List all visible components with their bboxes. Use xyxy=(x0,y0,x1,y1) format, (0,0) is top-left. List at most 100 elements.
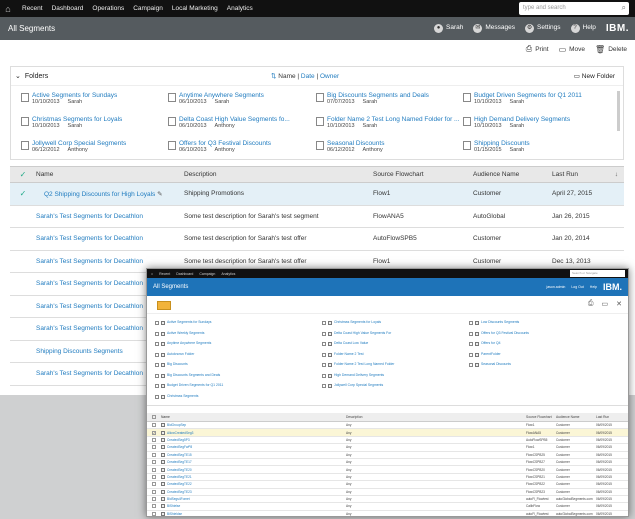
inset-folder-checkbox[interactable] xyxy=(155,384,159,388)
nav-recent[interactable]: Recent xyxy=(22,5,43,12)
folder-name[interactable]: Folder Name 2 Test Long Named Folder for… xyxy=(327,116,459,123)
row-name[interactable]: Sarah's Test Segments for Decathlon xyxy=(36,213,184,220)
row-name[interactable]: Q2 Shipping Discounts for High Loyals ✎ xyxy=(36,190,184,198)
inset-row-check[interactable] xyxy=(147,467,161,472)
inset-folder-name[interactable]: Anytime Anywhere Segments xyxy=(167,341,211,346)
inset-move-icon[interactable]: ▭ xyxy=(602,300,609,308)
inset-folder-name[interactable]: Delta Coast Low Value xyxy=(334,341,368,346)
search-icon[interactable]: ⌕ xyxy=(622,3,626,13)
inset-folder-name[interactable]: Jollywell Corp Special Segments xyxy=(334,383,383,388)
inset-folder-checkbox[interactable] xyxy=(155,321,159,325)
inset-row-checkbox[interactable]: ✓ xyxy=(152,430,156,435)
folder-name[interactable]: Active Segments for Sundays xyxy=(32,92,117,99)
inset-folder-name[interactable]: Folder Name 2 Test xyxy=(334,352,364,357)
help-button[interactable]: ? Help xyxy=(570,24,596,33)
inset-table-row[interactable]: ✓ AllowCreatedSeg3 Any FlowANA5 Customer 06/0… xyxy=(147,429,628,437)
inset-folder-item[interactable]: Delta Coast Low Value xyxy=(322,341,368,346)
move-button[interactable]: ▭ Move xyxy=(559,45,585,54)
nav-analytics[interactable]: Analytics xyxy=(227,5,253,12)
inset-table-row[interactable]: BidSegs4Fomet Any autoFl_Flowtest autoGloba… xyxy=(147,496,628,504)
inset-folder-checkbox[interactable] xyxy=(322,363,326,367)
inset-folder-checkbox[interactable] xyxy=(322,342,326,346)
inset-folder-checkbox[interactable] xyxy=(469,363,473,367)
inset-row-name[interactable]: CreatedSegTE21 xyxy=(161,474,346,479)
folder-name[interactable]: Delta Coast High Value Segments fo... xyxy=(179,116,290,123)
collapse-icon[interactable]: ⌄ xyxy=(15,72,21,80)
inset-row-name[interactable]: CreatedSegTE22 xyxy=(161,482,346,487)
inset-folder-name[interactable]: Big Discounts xyxy=(167,362,188,367)
inset-folder-name[interactable]: High Demand Delivery Segments xyxy=(334,373,384,378)
inset-folder-item[interactable]: Low Discounts Segments xyxy=(469,320,519,325)
inset-home-icon[interactable]: ⌂ xyxy=(151,272,153,276)
inset-row-name[interactable]: BidGroupSep xyxy=(161,423,346,428)
inset-folder-checkbox[interactable] xyxy=(469,321,473,325)
inset-table-row[interactable]: CreatedSegTE20 Any FlowCSPB20 Customer 06/09… xyxy=(147,466,628,474)
inset-row-name[interactable]: CreatedSeg5P3 xyxy=(161,437,346,442)
inset-folder-checkbox[interactable] xyxy=(322,384,326,388)
inset-col-description[interactable]: Description xyxy=(346,415,526,419)
home-icon[interactable]: ⌂ xyxy=(0,0,16,17)
folder-name[interactable]: Seasonal Discounts xyxy=(327,140,391,147)
inset-folder-item[interactable]: Offers for Q3 Festival Discounts xyxy=(469,331,529,336)
inset-row-check[interactable] xyxy=(147,437,161,442)
settings-button[interactable]: ⚙ Settings xyxy=(525,24,561,33)
inset-folder-name[interactable]: Seasonal Discounts xyxy=(481,362,511,367)
folder-name[interactable]: High Demand Delivery Segments xyxy=(474,116,570,123)
inset-folder-name[interactable]: Christmas Segments xyxy=(167,394,198,399)
inset-row-name[interactable]: CreatedSegFwP8 xyxy=(161,445,346,450)
inset-table-row[interactable]: BidGroupSep Any Flow1 Customer 06/09/2015 xyxy=(147,422,628,430)
inset-row-checkbox[interactable] xyxy=(152,504,156,509)
inset-folder-name[interactable]: Offers for Q3 Festival Discounts xyxy=(481,331,529,336)
inset-folder-checkbox[interactable] xyxy=(322,352,326,357)
col-audience[interactable]: Audience Name xyxy=(473,171,552,178)
inset-print-icon[interactable]: ⎙ xyxy=(588,300,594,308)
inset-row-checkbox[interactable] xyxy=(152,489,156,494)
inset-folder-checkbox[interactable] xyxy=(469,342,473,346)
inset-table-row[interactable]: CreatedSegFwP8 Any Flow1 Customer 06/09/2015 xyxy=(147,444,628,452)
new-folder-button[interactable]: ▭ New Folder xyxy=(574,72,615,80)
inset-row-name[interactable]: CreatedSegTE17 xyxy=(161,460,346,465)
folder-item[interactable]: Folder Name 2 Test Long Named Folder for… xyxy=(316,116,459,129)
inset-col-audience[interactable]: Audience Name xyxy=(556,415,596,419)
inset-folder-icon[interactable] xyxy=(157,301,171,310)
inset-help[interactable]: Help xyxy=(590,285,597,289)
inset-folder-name[interactable]: Active Weekly Segments xyxy=(167,331,204,336)
table-row[interactable]: Sarah's Test Segments for Decathlon Some … xyxy=(10,206,624,228)
inset-row-name[interactable]: BiShieldse xyxy=(161,511,346,516)
inset-col-last-run[interactable]: Last Run xyxy=(596,415,626,419)
inset-folder-item[interactable]: Seasonal Discounts xyxy=(469,362,511,367)
inset-row-check[interactable] xyxy=(147,482,161,487)
inset-table-row[interactable]: CreatedSegTE15 Any FlowCSPB25 Customer 06/09… xyxy=(147,452,628,459)
folder-item[interactable]: Christmas Segments for Loyals 10/10/2013 S… xyxy=(21,116,122,129)
inset-table-row[interactable]: CreatedSegTE17 Any FlowCSPB27 Customer 06/09… xyxy=(147,459,628,467)
inset-row-check[interactable] xyxy=(147,504,161,509)
col-source-flowchart[interactable]: Source Flowchart xyxy=(373,171,473,178)
table-row[interactable]: Sarah's Test Segments for Decathlon Some … xyxy=(10,228,624,251)
inset-delete-icon[interactable]: ✕ xyxy=(616,300,622,308)
inset-folder-name[interactable]: Folder Name 2 Test Long Named Folder xyxy=(334,362,394,367)
inset-row-check[interactable] xyxy=(147,445,161,450)
folder-item[interactable]: High Demand Delivery Segments 10/10/2013 S… xyxy=(463,116,570,129)
sort-desc-icon[interactable]: ↓ xyxy=(615,171,618,178)
inset-folder-checkbox[interactable] xyxy=(155,342,159,346)
folder-name[interactable]: Christmas Segments for Loyals xyxy=(32,116,122,123)
inset-table-row[interactable]: BiShielse Any CalibFlow Customer 06/09/2015 xyxy=(147,503,628,511)
inset-folder-name[interactable]: Low Discounts Segments xyxy=(481,320,519,325)
inset-folder-checkbox[interactable] xyxy=(469,352,473,357)
table-row[interactable]: ✓ Q2 Shipping Discounts for High Loyals ✎… xyxy=(10,183,624,206)
inset-table-row[interactable]: BiShieldse Any autoFl_Flowtest autoGlobalSe… xyxy=(147,511,628,516)
folder-name[interactable]: Shipping Discounts xyxy=(474,140,532,147)
sort-name[interactable]: Name xyxy=(278,73,295,80)
inset-folder-name[interactable]: ParentFolder xyxy=(481,352,501,357)
inset-row-name[interactable]: AllowCreatedSeg3 xyxy=(161,430,346,435)
nav-operations[interactable]: Operations xyxy=(92,5,124,12)
inset-folder-item[interactable]: Big Discounts Segments and Deals xyxy=(155,373,220,378)
inset-row-checkbox[interactable] xyxy=(152,445,156,450)
inset-nav-campaign[interactable]: Campaign xyxy=(199,272,215,276)
folder-name[interactable]: Jollywell Corp Special Segments xyxy=(32,140,126,147)
inset-folder-name[interactable]: Budget Driven Segments for Q1 2011 xyxy=(167,383,223,388)
inset-user[interactable]: jason.admin xyxy=(546,285,565,289)
inset-folder-item[interactable]: Jollywell Corp Special Segments xyxy=(322,383,383,388)
col-last-run[interactable]: Last Run xyxy=(552,171,624,178)
inset-folder-checkbox[interactable] xyxy=(155,363,159,367)
